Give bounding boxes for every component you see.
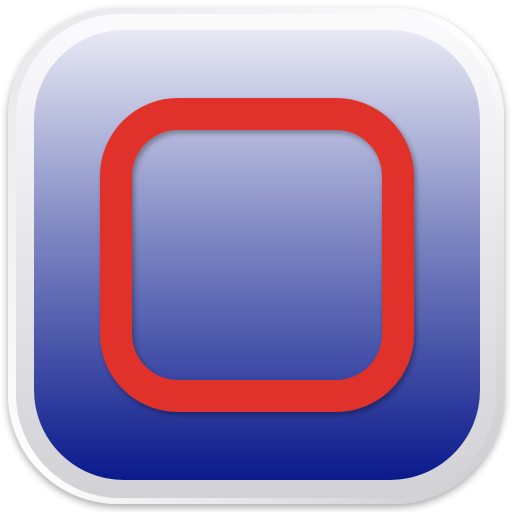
rounded-square-app-icon[interactable] [0, 0, 512, 512]
app-icon-canvas [0, 0, 512, 512]
ring-inner-area [132, 130, 380, 380]
